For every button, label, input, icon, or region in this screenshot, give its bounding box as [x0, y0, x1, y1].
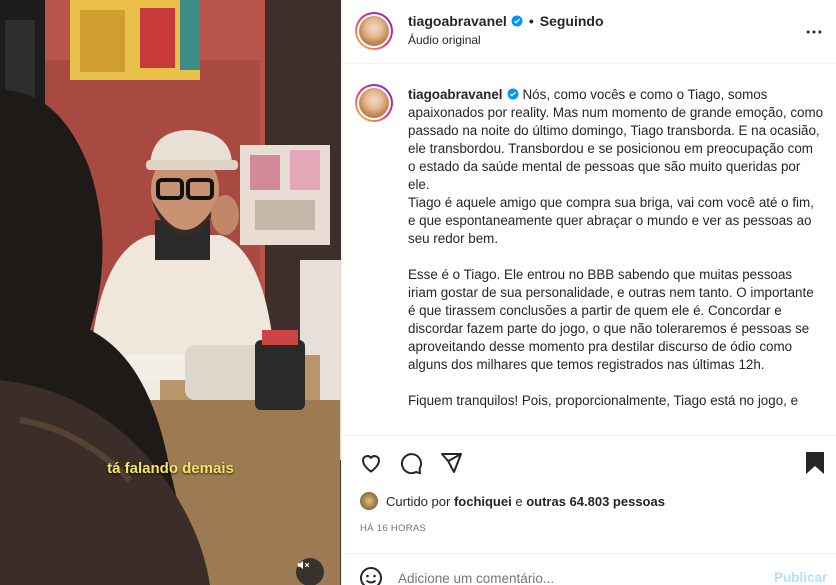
caption-author-avatar[interactable]	[355, 84, 393, 122]
likes-count-link[interactable]: outras 64.803 pessoas	[526, 494, 665, 509]
audio-link[interactable]: Áudio original	[408, 33, 481, 47]
video-frame-illustration	[0, 0, 341, 585]
publish-button[interactable]: Publicar	[774, 570, 827, 585]
liker-avatar[interactable]	[360, 492, 378, 510]
caption-paragraph: Esse é o Tiago. Ele entrou no BBB sabend…	[408, 266, 824, 374]
caption-paragraph: tiagoabravanel Nós, como vocês e como o T…	[408, 86, 824, 248]
post-caption: tiagoabravanel Nós, como vocês e como o T…	[342, 64, 836, 436]
caption-username[interactable]: tiagoabravanel	[408, 87, 503, 102]
post-side-panel: tiagoabravanel • Seguindo Áudio original	[341, 0, 836, 585]
verified-badge-icon	[507, 88, 519, 100]
emoji-icon[interactable]	[359, 566, 383, 585]
caption-text: Tiago é aquele amigo que compra sua brig…	[408, 195, 814, 246]
caption-text: Nós, como vocês e como o Tiago, somos ap…	[408, 87, 824, 192]
send-icon[interactable]	[439, 451, 463, 475]
post-actions	[342, 436, 836, 488]
caption-text: Esse é o Tiago. Ele entrou no BBB sabend…	[408, 267, 814, 372]
author-info: tiagoabravanel • Seguindo	[408, 13, 604, 29]
likes-prefix: Curtido por	[386, 493, 451, 509]
likes-connector: e	[515, 493, 523, 509]
comment-input[interactable]	[398, 571, 748, 585]
post-timestamp[interactable]: HÁ 16 HORAS	[360, 523, 426, 534]
caption-text: Fiquem tranquilos! Pois, proporcionalmen…	[408, 393, 799, 408]
speaker-muted-icon	[297, 560, 310, 570]
author-username[interactable]: tiagoabravanel	[408, 13, 507, 29]
caption-body: tiagoabravanel Nós, como vocês e como o T…	[408, 86, 824, 428]
caption-paragraph: Fiquem tranquilos! Pois, proporcionalmen…	[408, 392, 824, 410]
heart-icon[interactable]	[359, 451, 383, 475]
post-header: tiagoabravanel • Seguindo Áudio original	[342, 0, 836, 64]
liker-username[interactable]: fochiquei	[454, 494, 512, 509]
author-avatar[interactable]	[355, 12, 393, 50]
following-button[interactable]: Seguindo	[540, 13, 604, 29]
separator-dot: •	[528, 13, 534, 29]
comment-icon[interactable]	[399, 451, 423, 475]
video-subtitle: tá falando demais	[107, 460, 234, 477]
post-video[interactable]: tá falando demais	[0, 0, 341, 585]
likes-summary: Curtido por fochiquei e outras 64.803 pe…	[360, 492, 665, 510]
comment-bar: Publicar	[342, 553, 836, 585]
more-horizontal-icon[interactable]	[804, 22, 824, 42]
mute-button[interactable]	[296, 558, 324, 585]
verified-badge-icon	[511, 15, 523, 27]
instagram-post-view: tá falando demais tiagoabravanel • Segui…	[0, 0, 836, 585]
bookmark-icon[interactable]	[804, 451, 826, 475]
